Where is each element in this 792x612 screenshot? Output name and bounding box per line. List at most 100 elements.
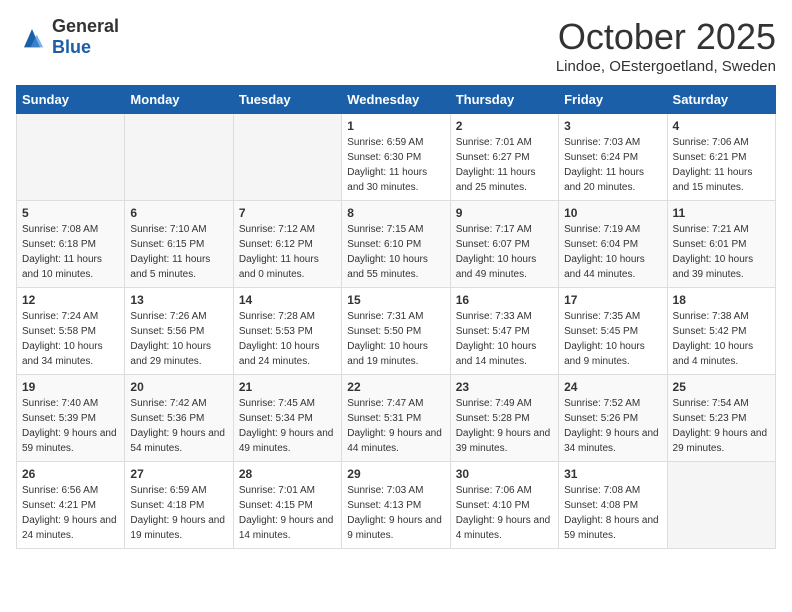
day-info: Sunrise: 7:42 AMSunset: 5:36 PMDaylight:… <box>130 396 227 456</box>
month-title: October 2025 <box>556 16 776 58</box>
logo-icon <box>16 25 48 49</box>
calendar-cell: 2Sunrise: 7:01 AMSunset: 6:27 PMDaylight… <box>450 114 558 201</box>
day-number: 18 <box>673 293 770 307</box>
calendar-cell: 1Sunrise: 6:59 AMSunset: 6:30 PMDaylight… <box>342 114 450 201</box>
page-header: General Blue October 2025 Lindoe, OEster… <box>16 16 776 75</box>
calendar-cell: 7Sunrise: 7:12 AMSunset: 6:12 PMDaylight… <box>233 201 341 288</box>
day-number: 28 <box>239 467 336 481</box>
day-number: 5 <box>22 206 119 220</box>
logo: General Blue <box>16 16 119 58</box>
day-number: 9 <box>456 206 553 220</box>
calendar-cell: 4 Sunrise: 7:06 AMSunset: 6:21 PMDaylight… <box>667 114 775 201</box>
calendar-week-4: 19 Sunrise: 7:40 AMSunset: 5:39 PMDayligh… <box>17 375 776 462</box>
weekday-header-wednesday: Wednesday <box>342 86 450 114</box>
day-number: 29 <box>347 467 444 481</box>
day-number: 17 <box>564 293 661 307</box>
day-info: Sunrise: 7:15 AMSunset: 6:10 PMDaylight:… <box>347 222 444 282</box>
day-number: 23 <box>456 380 553 394</box>
day-info: Sunrise: 7:06 AMSunset: 6:21 PMDaylight:… <box>673 135 770 195</box>
day-number: 4 <box>673 119 770 133</box>
calendar-cell <box>125 114 233 201</box>
day-info: Sunrise: 7:26 AMSunset: 5:56 PMDaylight:… <box>130 309 227 369</box>
calendar-cell: 11 Sunrise: 7:21 AMSunset: 6:01 PMDayligh… <box>667 201 775 288</box>
day-info: Sunrise: 6:59 AMSunset: 4:18 PMDaylight:… <box>130 483 227 543</box>
day-number: 14 <box>239 293 336 307</box>
calendar-cell: 28Sunrise: 7:01 AMSunset: 4:15 PMDayligh… <box>233 462 341 549</box>
day-number: 24 <box>564 380 661 394</box>
day-info: Sunrise: 7:24 AMSunset: 5:58 PMDaylight:… <box>22 309 119 369</box>
calendar-cell: 19 Sunrise: 7:40 AMSunset: 5:39 PMDayligh… <box>17 375 125 462</box>
weekday-header-row: SundayMondayTuesdayWednesdayThursdayFrid… <box>17 86 776 114</box>
calendar-week-2: 5 Sunrise: 7:08 AMSunset: 6:18 PMDaylight… <box>17 201 776 288</box>
calendar-cell: 27 Sunrise: 6:59 AMSunset: 4:18 PMDayligh… <box>125 462 233 549</box>
day-number: 25 <box>673 380 770 394</box>
day-number: 12 <box>22 293 119 307</box>
day-info: Sunrise: 7:38 AMSunset: 5:42 PMDaylight:… <box>673 309 770 369</box>
weekday-header-saturday: Saturday <box>667 86 775 114</box>
day-info: Sunrise: 7:01 AMSunset: 6:27 PMDaylight:… <box>456 135 553 195</box>
day-number: 21 <box>239 380 336 394</box>
day-info: Sunrise: 7:52 AMSunset: 5:26 PMDaylight:… <box>564 396 661 456</box>
day-info: Sunrise: 7:17 AMSunset: 6:07 PMDaylight:… <box>456 222 553 282</box>
day-info: Sunrise: 7:10 AMSunset: 6:15 PMDaylight:… <box>130 222 227 282</box>
day-info: Sunrise: 7:47 AMSunset: 5:31 PMDaylight:… <box>347 396 444 456</box>
day-number: 11 <box>673 206 770 220</box>
calendar-cell: 3 Sunrise: 7:03 AMSunset: 6:24 PMDaylight… <box>559 114 667 201</box>
calendar-cell: 9 Sunrise: 7:17 AMSunset: 6:07 PMDaylight… <box>450 201 558 288</box>
day-info: Sunrise: 7:03 AMSunset: 6:24 PMDaylight:… <box>564 135 661 195</box>
day-info: Sunrise: 7:54 AMSunset: 5:23 PMDaylight:… <box>673 396 770 456</box>
weekday-header-monday: Monday <box>125 86 233 114</box>
calendar-cell: 21Sunrise: 7:45 AMSunset: 5:34 PMDayligh… <box>233 375 341 462</box>
calendar-cell: 15Sunrise: 7:31 AMSunset: 5:50 PMDayligh… <box>342 288 450 375</box>
calendar-cell: 26Sunrise: 6:56 AMSunset: 4:21 PMDayligh… <box>17 462 125 549</box>
day-number: 16 <box>456 293 553 307</box>
day-info: Sunrise: 7:08 AMSunset: 6:18 PMDaylight:… <box>22 222 119 282</box>
day-info: Sunrise: 7:21 AMSunset: 6:01 PMDaylight:… <box>673 222 770 282</box>
calendar-cell: 8 Sunrise: 7:15 AMSunset: 6:10 PMDaylight… <box>342 201 450 288</box>
calendar-cell: 5 Sunrise: 7:08 AMSunset: 6:18 PMDaylight… <box>17 201 125 288</box>
day-number: 7 <box>239 206 336 220</box>
calendar-cell: 22Sunrise: 7:47 AMSunset: 5:31 PMDayligh… <box>342 375 450 462</box>
day-number: 3 <box>564 119 661 133</box>
calendar-cell: 14 Sunrise: 7:28 AMSunset: 5:53 PMDayligh… <box>233 288 341 375</box>
calendar-cell: 30 Sunrise: 7:06 AMSunset: 4:10 PMDayligh… <box>450 462 558 549</box>
weekday-header-tuesday: Tuesday <box>233 86 341 114</box>
day-info: Sunrise: 7:49 AMSunset: 5:28 PMDaylight:… <box>456 396 553 456</box>
calendar-cell: 18 Sunrise: 7:38 AMSunset: 5:42 PMDayligh… <box>667 288 775 375</box>
day-info: Sunrise: 7:28 AMSunset: 5:53 PMDaylight:… <box>239 309 336 369</box>
day-info: Sunrise: 7:06 AMSunset: 4:10 PMDaylight:… <box>456 483 553 543</box>
calendar-cell: 24 Sunrise: 7:52 AMSunset: 5:26 PMDayligh… <box>559 375 667 462</box>
day-info: Sunrise: 7:40 AMSunset: 5:39 PMDaylight:… <box>22 396 119 456</box>
day-number: 27 <box>130 467 227 481</box>
day-number: 20 <box>130 380 227 394</box>
logo-text: General Blue <box>52 16 119 58</box>
logo-general: General <box>52 16 119 36</box>
day-number: 19 <box>22 380 119 394</box>
calendar-week-3: 12 Sunrise: 7:24 AMSunset: 5:58 PMDayligh… <box>17 288 776 375</box>
day-info: Sunrise: 7:35 AMSunset: 5:45 PMDaylight:… <box>564 309 661 369</box>
calendar-table: SundayMondayTuesdayWednesdayThursdayFrid… <box>16 85 776 549</box>
calendar-cell: 29 Sunrise: 7:03 AMSunset: 4:13 PMDayligh… <box>342 462 450 549</box>
day-info: Sunrise: 7:08 AMSunset: 4:08 PMDaylight:… <box>564 483 661 543</box>
day-number: 30 <box>456 467 553 481</box>
calendar-cell: 23 Sunrise: 7:49 AMSunset: 5:28 PMDayligh… <box>450 375 558 462</box>
calendar-week-5: 26Sunrise: 6:56 AMSunset: 4:21 PMDayligh… <box>17 462 776 549</box>
logo-blue: Blue <box>52 37 91 57</box>
calendar-cell: 31 Sunrise: 7:08 AMSunset: 4:08 PMDayligh… <box>559 462 667 549</box>
day-number: 6 <box>130 206 227 220</box>
calendar-cell <box>17 114 125 201</box>
weekday-header-thursday: Thursday <box>450 86 558 114</box>
day-number: 31 <box>564 467 661 481</box>
calendar-cell: 20 Sunrise: 7:42 AMSunset: 5:36 PMDayligh… <box>125 375 233 462</box>
day-info: Sunrise: 7:19 AMSunset: 6:04 PMDaylight:… <box>564 222 661 282</box>
day-number: 13 <box>130 293 227 307</box>
calendar-cell: 10Sunrise: 7:19 AMSunset: 6:04 PMDayligh… <box>559 201 667 288</box>
weekday-header-sunday: Sunday <box>17 86 125 114</box>
calendar-cell <box>233 114 341 201</box>
calendar-cell: 12 Sunrise: 7:24 AMSunset: 5:58 PMDayligh… <box>17 288 125 375</box>
day-number: 26 <box>22 467 119 481</box>
day-number: 8 <box>347 206 444 220</box>
location-subtitle: Lindoe, OEstergoetland, Sweden <box>556 58 776 75</box>
day-info: Sunrise: 7:03 AMSunset: 4:13 PMDaylight:… <box>347 483 444 543</box>
calendar-cell: 6 Sunrise: 7:10 AMSunset: 6:15 PMDaylight… <box>125 201 233 288</box>
